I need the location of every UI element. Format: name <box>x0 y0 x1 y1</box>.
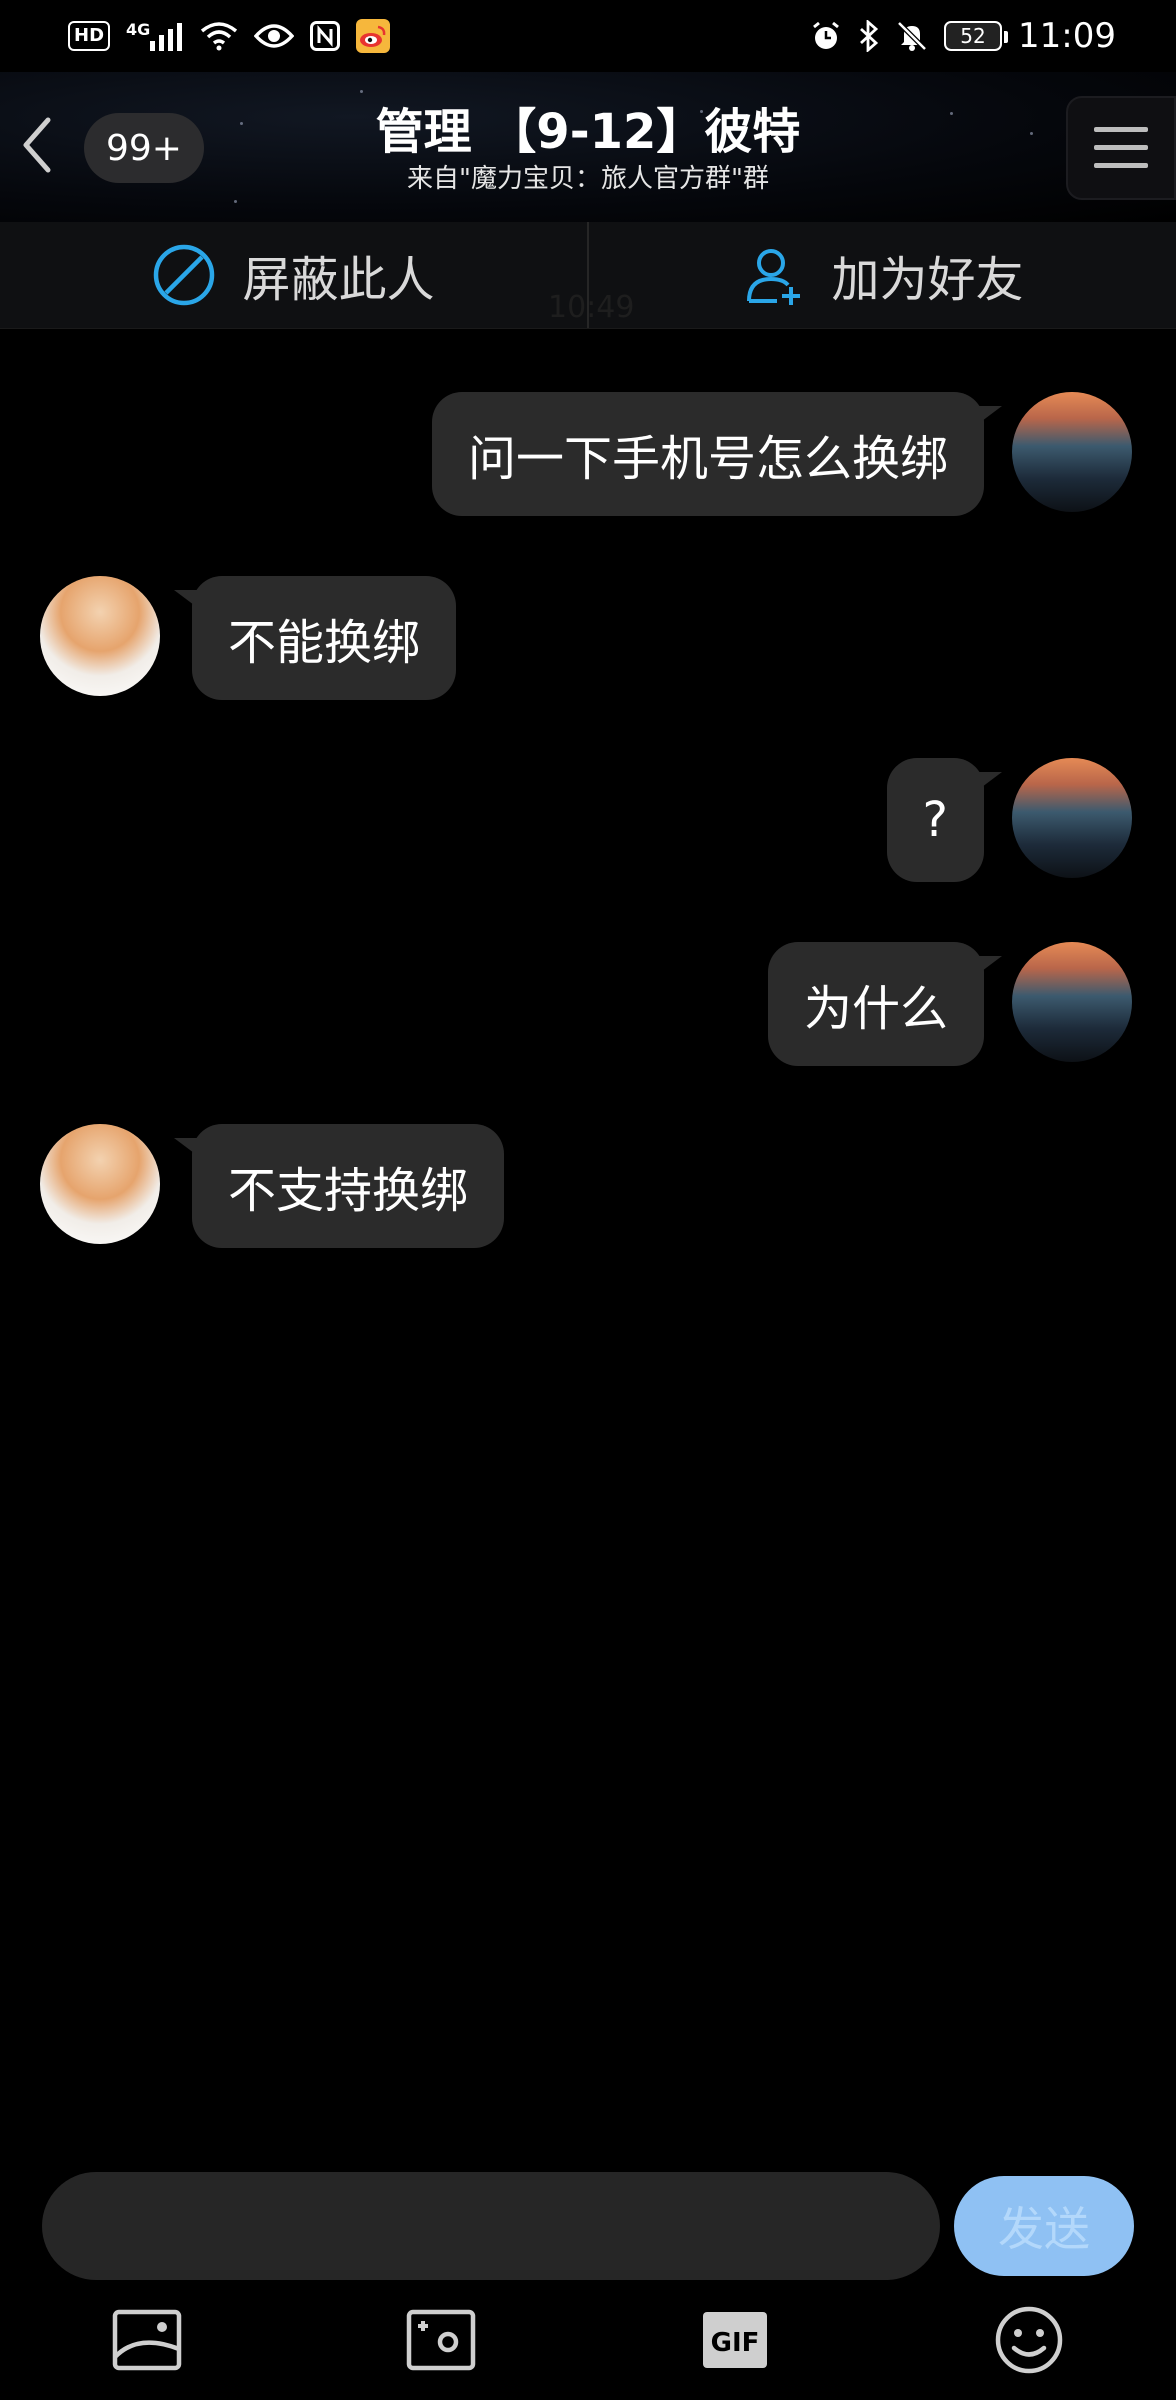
self-avatar[interactable] <box>1012 758 1132 878</box>
background-star <box>240 122 243 125</box>
eye-icon <box>254 18 295 54</box>
signal-icon: 4G <box>126 18 184 54</box>
nfc-icon <box>310 18 341 54</box>
self-avatar[interactable] <box>1012 392 1132 512</box>
battery-indicator: 52 <box>944 21 1009 51</box>
mute-bell-icon <box>896 18 928 54</box>
background-star <box>950 112 953 115</box>
block-icon <box>154 244 215 306</box>
faint-timestamp: 10:49 <box>548 290 635 325</box>
add-friend-button[interactable]: 加为好友 <box>589 222 1176 328</box>
network-type-label: 4G <box>126 19 151 39</box>
contact-avatar[interactable] <box>40 1124 160 1244</box>
message-bubble-incoming[interactable]: 不能换绑 <box>173 576 457 700</box>
message-bubble-outgoing[interactable]: 问一下手机号怎么换绑 <box>431 392 1003 516</box>
image-button[interactable] <box>111 2304 183 2376</box>
message-bubble-incoming[interactable]: 不支持换绑 <box>173 1124 505 1248</box>
gif-button[interactable]: GIF <box>699 2304 771 2376</box>
message-row: ? <box>0 758 1176 882</box>
gif-icon: GIF <box>703 2312 767 2368</box>
gif-label: GIF <box>711 2328 760 2358</box>
self-avatar[interactable] <box>1012 942 1132 1062</box>
status-bar: HD 4G 52 11:09 <box>0 0 1176 72</box>
image-icon <box>112 2309 182 2371</box>
message-bubble-outgoing[interactable]: ? <box>886 758 1003 882</box>
message-bubble-outgoing[interactable]: 为什么 <box>767 942 1003 1066</box>
status-left: HD 4G <box>68 18 391 54</box>
camera-icon <box>406 2309 476 2371</box>
send-button[interactable]: 发送 <box>954 2176 1134 2276</box>
message-row: 不能换绑 <box>0 576 1176 700</box>
status-right: 52 11:09 <box>810 16 1116 56</box>
page-subtitle: 来自"魔力宝贝：旅人官方群"群 <box>407 164 769 194</box>
hamburger-menu-icon <box>1094 127 1148 168</box>
wifi-icon <box>200 18 238 54</box>
emoji-icon <box>995 2306 1063 2374</box>
message-input[interactable] <box>42 2172 940 2280</box>
message-row: 不支持换绑 <box>0 1124 1176 1248</box>
background-star <box>360 90 363 93</box>
back-button[interactable] <box>12 108 62 182</box>
unread-count-badge[interactable]: 99+ <box>84 113 204 183</box>
emoji-button[interactable] <box>993 2304 1065 2376</box>
clock: 11:09 <box>1018 16 1116 56</box>
hd-badge: HD <box>68 21 111 51</box>
menu-button[interactable] <box>1066 96 1176 200</box>
message-row: 为什么 <box>0 942 1176 1066</box>
alarm-icon <box>810 18 842 54</box>
bluetooth-icon <box>858 18 880 54</box>
contact-avatar[interactable] <box>40 576 160 696</box>
chat-header: 99+ 管理 【9-12】彼特 来自"魔力宝贝：旅人官方群"群 <box>0 72 1176 222</box>
add-friend-icon <box>747 249 801 305</box>
composer-toolbar: GIF <box>0 2300 1176 2380</box>
background-star <box>1030 132 1033 135</box>
block-user-button[interactable]: 屏蔽此人 <box>0 222 587 328</box>
background-star <box>234 200 237 203</box>
page-title: 管理 【9-12】彼特 <box>375 104 801 160</box>
weibo-icon <box>356 18 391 54</box>
chevron-left-icon <box>23 117 51 173</box>
chat-title-block: 管理 【9-12】彼特 来自"魔力宝贝：旅人官方群"群 <box>300 102 876 196</box>
add-friend-label: 加为好友 <box>831 252 1024 308</box>
block-user-label: 屏蔽此人 <box>242 252 435 308</box>
message-row: 问一下手机号怎么换绑 <box>0 392 1176 516</box>
camera-button[interactable] <box>405 2304 477 2376</box>
